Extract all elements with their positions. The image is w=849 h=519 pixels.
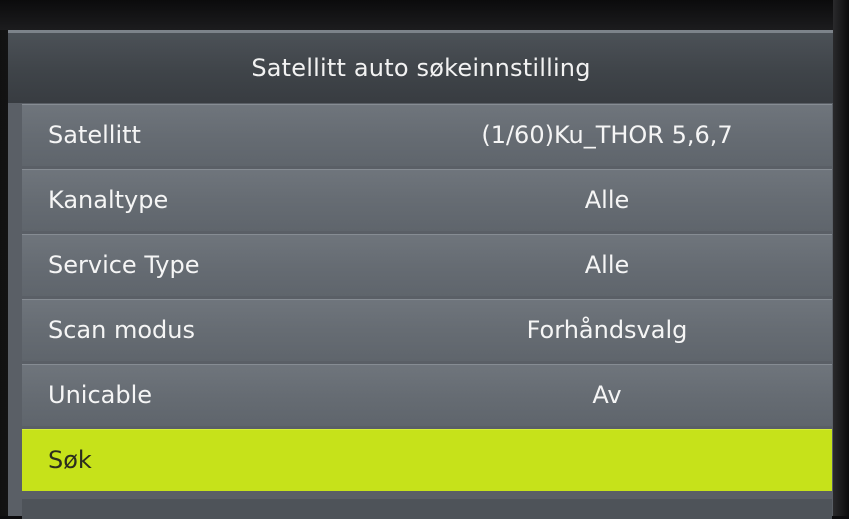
row-label: Søk [48,446,92,474]
menu-title: Satellitt auto søkeinnstilling [251,54,591,82]
menu-row-search[interactable]: Søk [22,429,832,491]
menu-row-satellite[interactable]: Satellitt (1/60)Ku_THOR 5,6,7 [22,104,832,166]
menu-rows: Satellitt (1/60)Ku_THOR 5,6,7 Kanaltype … [22,104,832,494]
menu-row-scan-mode[interactable]: Scan modus Forhåndsvalg [22,299,832,361]
tv-screen: Satellitt auto søkeinnstilling Satellitt… [0,0,849,519]
satellite-search-menu: Satellitt auto søkeinnstilling Satellitt… [8,30,834,519]
menu-bottom-strip [22,499,832,519]
row-label: Kanaltype [48,186,169,214]
row-label: Service Type [48,251,200,279]
row-label: Satellitt [48,121,141,149]
row-label: Scan modus [48,316,195,344]
menu-title-bar: Satellitt auto søkeinnstilling [8,33,834,103]
menu-row-service-type[interactable]: Service Type Alle [22,234,832,296]
row-value: Alle [584,186,630,214]
row-value [412,430,802,492]
row-value: Av [592,381,622,409]
menu-row-channel-type[interactable]: Kanaltype Alle [22,169,832,231]
tv-bezel-right [833,0,849,516]
row-label: Unicable [48,381,153,409]
menu-row-unicable[interactable]: Unicable Av [22,364,832,426]
row-value: (1/60)Ku_THOR 5,6,7 [481,121,733,149]
row-value: Alle [584,251,630,279]
row-value: Forhåndsvalg [526,316,688,344]
tv-bezel-top [0,0,849,30]
